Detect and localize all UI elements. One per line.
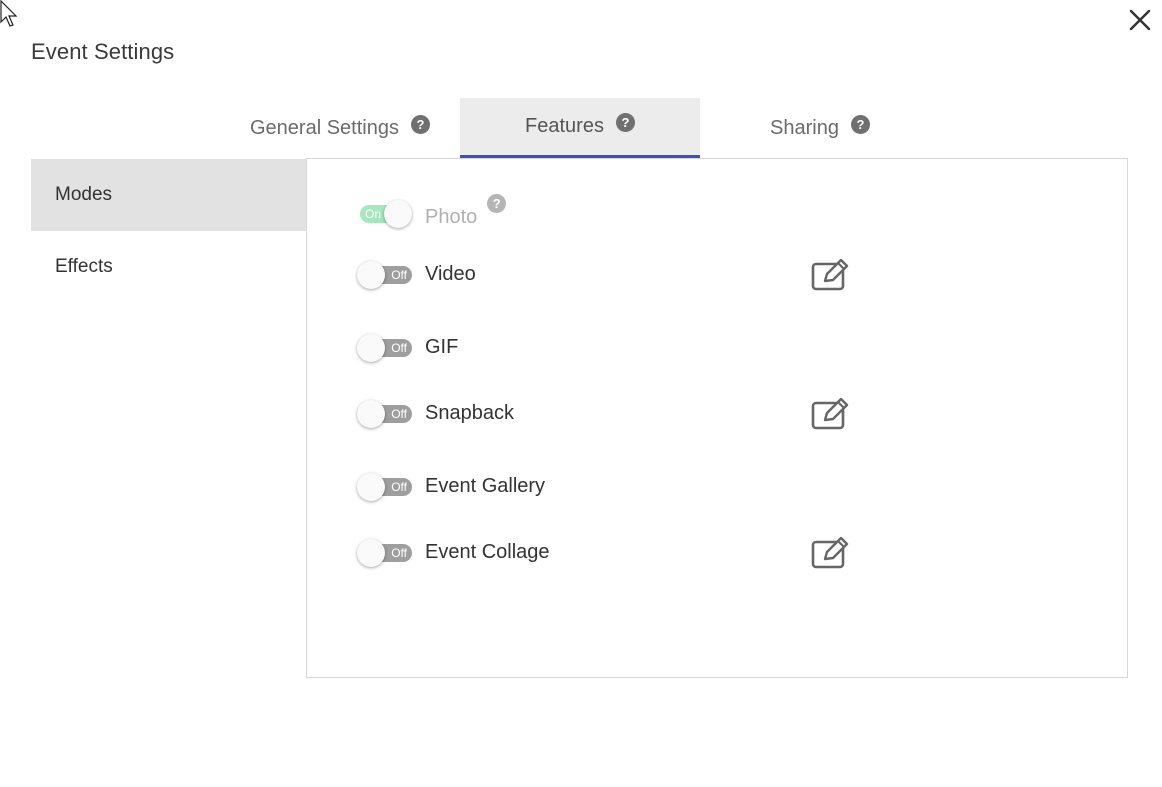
edit-icon[interactable] xyxy=(811,398,851,430)
modes-panel: On Photo ? Off Video Off GIF Off Snapbac… xyxy=(306,158,1128,678)
feature-label: Event Collage xyxy=(425,540,550,563)
sidebar-item-modes[interactable]: Modes xyxy=(31,159,306,231)
feature-row-event-gallery: Off Event Gallery xyxy=(357,468,545,504)
toggle-state-text: Off xyxy=(391,407,407,421)
mouse-cursor-icon xyxy=(0,0,18,27)
help-icon[interactable]: ? xyxy=(487,193,507,213)
close-icon[interactable] xyxy=(1126,6,1154,34)
tab-features[interactable]: Features ? xyxy=(460,98,700,158)
tab-sharing[interactable]: Sharing ? xyxy=(700,98,940,158)
gif-toggle[interactable]: Off xyxy=(357,334,413,362)
toggle-state-text: Off xyxy=(391,546,407,560)
dialog-title: Event Settings xyxy=(31,39,175,64)
event-gallery-toggle[interactable]: Off xyxy=(357,473,413,501)
video-toggle[interactable]: Off xyxy=(357,261,413,289)
feature-label: Event Gallery xyxy=(425,474,546,497)
toggle-state-text: Off xyxy=(391,480,407,494)
help-icon[interactable]: ? xyxy=(615,113,635,132)
help-icon[interactable]: ? xyxy=(410,114,430,134)
feature-row-event-collage: Off Event Collage xyxy=(357,534,550,570)
event-settings-dialog: Event Settings General Settings ? Featur… xyxy=(0,0,1162,787)
edit-icon[interactable] xyxy=(811,537,851,569)
feature-label: Video xyxy=(425,262,476,285)
sidebar-item-effects[interactable]: Effects xyxy=(31,231,306,303)
toggle-state-text: On xyxy=(365,207,382,221)
tab-label: Sharing xyxy=(770,116,839,139)
tab-label: General Settings xyxy=(250,116,399,139)
tab-general-settings[interactable]: General Settings ? xyxy=(220,98,460,158)
feature-label: GIF xyxy=(425,335,459,358)
feature-row-snapback: Off Snapback xyxy=(357,395,514,431)
feature-row-photo: On Photo ? xyxy=(357,193,507,231)
help-icon[interactable]: ? xyxy=(850,114,870,134)
photo-toggle[interactable]: On xyxy=(357,200,413,228)
feature-label: Photo xyxy=(425,205,478,228)
toggle-state-text: Off xyxy=(391,341,407,355)
feature-row-video: Off Video xyxy=(357,256,476,292)
event-collage-toggle[interactable]: Off xyxy=(357,539,413,567)
feature-label: Snapback xyxy=(425,401,514,424)
feature-row-gif: Off GIF xyxy=(357,329,458,365)
tab-label: Features xyxy=(525,115,604,137)
toggle-state-text: Off xyxy=(391,268,407,282)
snapback-toggle[interactable]: Off xyxy=(357,400,413,428)
sidebar: Modes Effects xyxy=(31,159,306,303)
edit-icon[interactable] xyxy=(811,259,851,291)
